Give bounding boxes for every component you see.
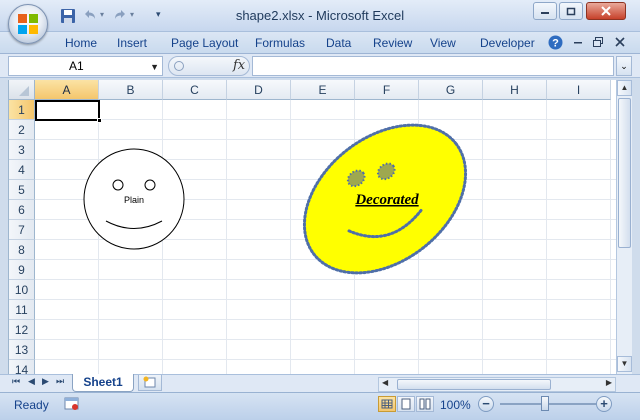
formula-input[interactable] <box>252 56 614 76</box>
name-box-value: A1 <box>69 59 84 73</box>
minus-icon: − <box>482 396 490 411</box>
customize-qat-icon[interactable]: ▾ <box>156 9 161 20</box>
ribbon-minimize-icon[interactable] <box>572 36 584 48</box>
worksheet-grid[interactable]: ABCDEFGHI 1 2 3 4 5 6 7 8 9 10 11 12 13 14 Plain Deco… <box>8 80 616 374</box>
office-button[interactable] <box>8 4 48 44</box>
sheet-tab-bar: ⏮ ◀ ▶ ⏭ Sheet1 ◀ ▶ <box>0 374 640 392</box>
zoom-slider-thumb[interactable] <box>541 396 549 411</box>
vertical-scroll-thumb[interactable] <box>618 98 631 248</box>
arrow-up-icon: ▲ <box>620 83 629 92</box>
ribbon-tabs: Home Insert Page Layout Formulas Data Re… <box>0 32 640 54</box>
scroll-left-icon[interactable]: ◀ <box>382 378 388 387</box>
page-layout-icon <box>401 398 411 410</box>
zoom-in-button[interactable]: + <box>596 396 612 412</box>
tab-page-layout[interactable]: Page Layout <box>171 36 238 50</box>
page-layout-view-button[interactable] <box>397 396 415 412</box>
scroll-down-button[interactable]: ▼ <box>617 356 632 372</box>
arrow-down-icon: ▼ <box>620 359 629 368</box>
insert-sheet-button[interactable] <box>138 375 162 391</box>
redo-dropdown-icon[interactable]: ▾ <box>130 10 134 19</box>
zoom-handle-icon <box>174 61 184 71</box>
name-box-dropdown-icon[interactable]: ▼ <box>150 58 159 76</box>
minimize-button[interactable] <box>533 2 557 20</box>
plain-right-eye <box>144 179 156 191</box>
double-chevron-down-icon: ⌄ <box>620 61 628 71</box>
decorated-label: Decorated <box>354 192 419 208</box>
expand-formula-bar-button[interactable]: ⌄ <box>616 56 632 76</box>
insert-sheet-icon <box>143 376 156 388</box>
zoom-out-button[interactable]: − <box>478 396 494 412</box>
tab-developer[interactable]: Developer <box>480 36 535 50</box>
normal-view-icon <box>381 399 393 409</box>
help-icon[interactable]: ? <box>548 35 563 50</box>
plain-label: Plain <box>124 195 144 205</box>
ribbon-restore-icon[interactable] <box>592 36 604 48</box>
office-logo-icon <box>18 14 38 34</box>
undo-dropdown-icon[interactable]: ▾ <box>100 10 104 19</box>
title-bar: ▾ ▾ ▾ shape2.xlsx - Microsoft Excel <box>0 0 640 44</box>
macro-record-icon[interactable] <box>64 397 80 411</box>
tab-insert[interactable]: Insert <box>117 36 147 50</box>
status-text: Ready <box>14 398 49 412</box>
shapes-layer: Plain Decorated <box>83 123 468 275</box>
restore-icon <box>566 7 576 16</box>
vertical-scrollbar[interactable]: ▲ ▼ <box>616 80 632 374</box>
tab-data[interactable]: Data <box>326 36 351 50</box>
minimize-icon <box>541 12 549 14</box>
normal-view-button[interactable] <box>378 396 396 412</box>
plain-left-eye <box>112 179 124 191</box>
horizontal-scrollbar[interactable]: ◀ ▶ <box>378 377 616 392</box>
save-icon[interactable] <box>60 8 76 24</box>
page-break-view-button[interactable] <box>416 396 434 412</box>
close-button[interactable] <box>586 2 626 20</box>
horizontal-scroll-thumb[interactable] <box>397 379 551 390</box>
tab-formulas[interactable]: Formulas <box>255 36 305 50</box>
first-sheet-icon[interactable]: ⏮ <box>12 376 20 387</box>
function-area: fx <box>168 56 250 76</box>
page-break-icon <box>419 398 431 410</box>
undo-icon[interactable] <box>82 8 98 24</box>
redo-icon[interactable] <box>112 8 128 24</box>
zoom-level[interactable]: 100% <box>440 398 471 412</box>
formula-bar: A1 ▼ fx ⌄ <box>0 54 640 78</box>
plus-icon: + <box>600 396 608 411</box>
svg-text:?: ? <box>552 38 559 50</box>
close-icon <box>601 6 611 16</box>
scroll-up-button[interactable]: ▲ <box>617 80 632 96</box>
scroll-right-icon[interactable]: ▶ <box>606 378 612 387</box>
prev-sheet-icon[interactable]: ◀ <box>28 376 35 387</box>
plain-smiley-shape[interactable]: Plain <box>83 148 185 250</box>
maximize-button[interactable] <box>559 2 583 20</box>
ribbon-close-icon[interactable] <box>614 36 626 48</box>
next-sheet-icon[interactable]: ▶ <box>42 376 49 387</box>
status-bar: Ready 100% − + <box>0 392 640 420</box>
tab-sheet1[interactable]: Sheet1 <box>72 374 134 392</box>
last-sheet-icon[interactable]: ⏭ <box>56 376 64 387</box>
tab-review[interactable]: Review <box>373 36 412 50</box>
name-box[interactable]: A1 ▼ <box>8 56 163 76</box>
insert-function-button[interactable]: fx <box>233 58 245 73</box>
tab-home[interactable]: Home <box>65 36 97 50</box>
tab-view[interactable]: View <box>430 36 456 50</box>
